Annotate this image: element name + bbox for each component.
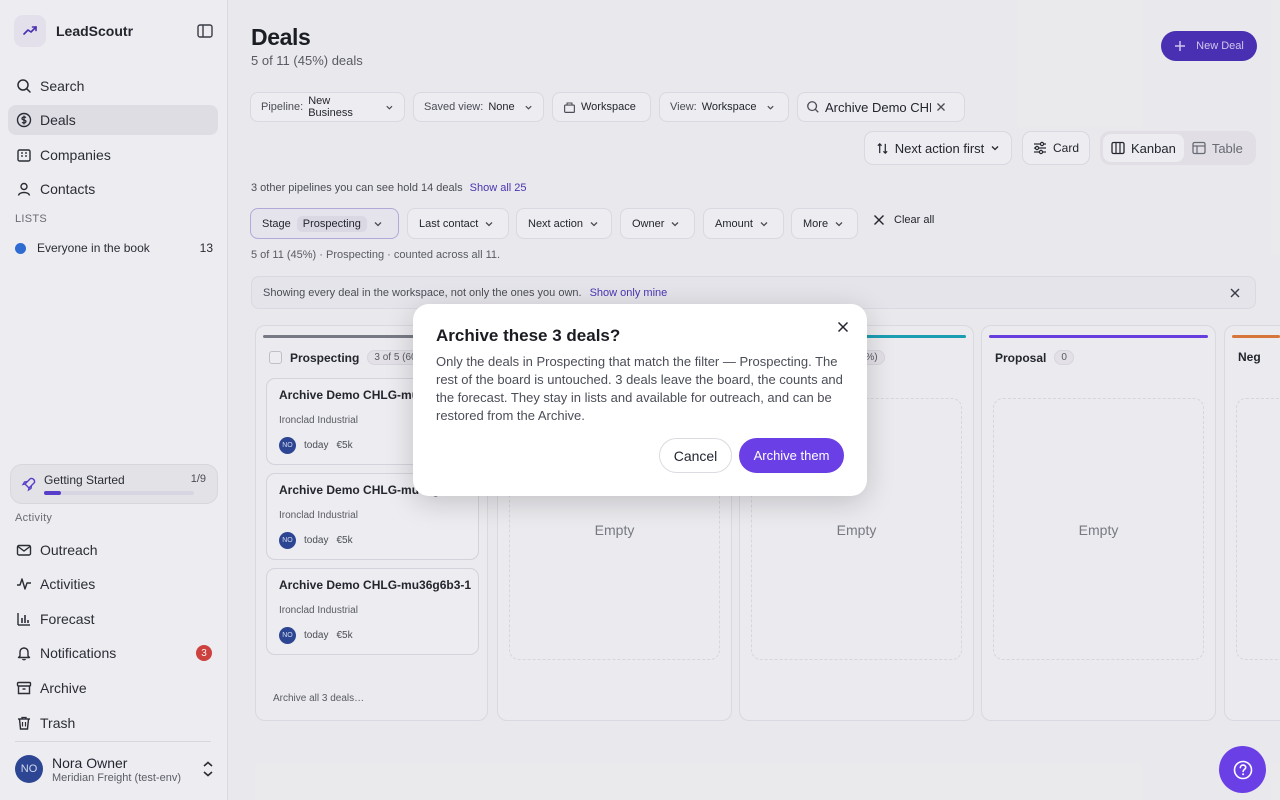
- archive-confirm-dialog: Archive these 3 deals? Only the deals in…: [413, 304, 867, 496]
- help-icon: [1233, 760, 1252, 779]
- dialog-body: Only the deals in Prospecting that match…: [436, 354, 843, 423]
- help-button[interactable]: [1219, 746, 1266, 793]
- dialog-title: Archive these 3 deals?: [436, 326, 621, 345]
- cancel-button[interactable]: Cancel: [659, 438, 732, 473]
- archive-them-button[interactable]: Archive them: [739, 438, 844, 473]
- close-icon[interactable]: [837, 321, 849, 333]
